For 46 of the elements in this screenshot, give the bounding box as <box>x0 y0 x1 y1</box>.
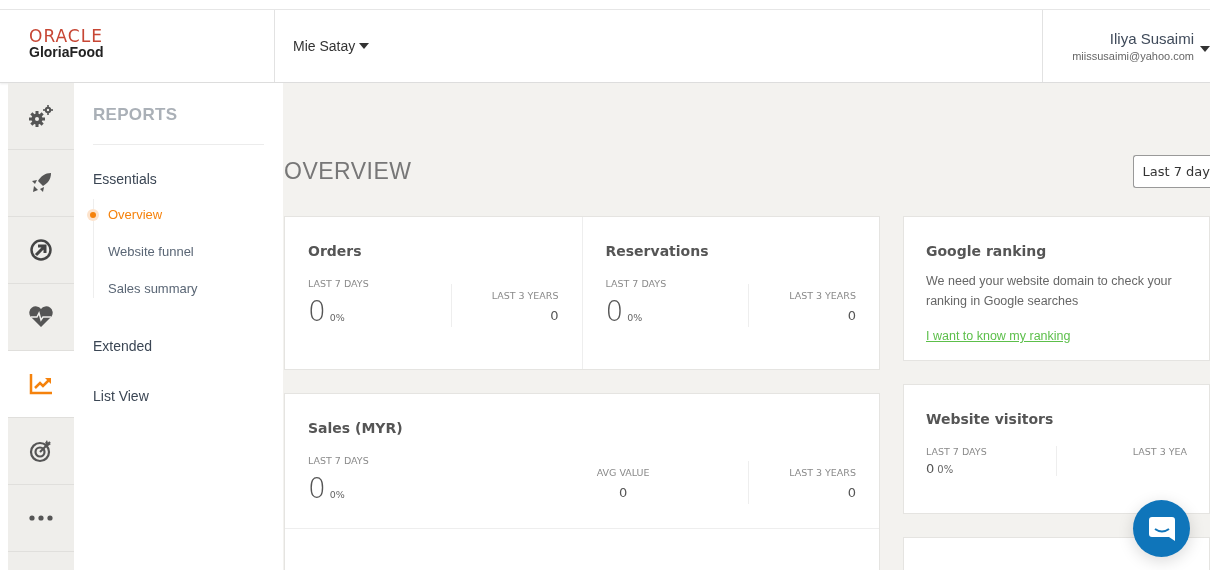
caret-icon <box>359 43 370 49</box>
card-title: Reservations <box>605 243 710 259</box>
stat-value: 0 <box>926 461 935 476</box>
caret-icon <box>1200 46 1210 52</box>
stat-label: AVG VALUE <box>595 467 651 478</box>
stat-change: 0% <box>627 312 643 323</box>
stat-value: 0 <box>549 308 559 323</box>
stat-label: LAST 7 DAYS <box>308 278 370 289</box>
stat-label: LAST 3 YEARS <box>789 467 856 478</box>
stat-value: 0 <box>846 308 856 323</box>
stat-change: 0% <box>329 312 345 323</box>
line-chart-icon <box>29 373 53 395</box>
stat-label: LAST 7 DAYS <box>308 455 370 466</box>
nav-item[interactable]: Essentials <box>93 171 264 187</box>
stat-change: 0% <box>329 489 345 500</box>
stat-label: LAST 3 YEARS <box>789 290 856 301</box>
card-title: Sales (MYR) <box>308 420 404 436</box>
nav-item[interactable]: Extended <box>93 338 264 354</box>
stat-label: LAST 3 YEA <box>1131 446 1187 457</box>
target-icon <box>29 439 53 463</box>
period-dropdown[interactable]: Last 7 day <box>1133 155 1210 188</box>
stat-label: LAST 3 YEARS <box>491 290 559 301</box>
stat-value: 0 <box>846 485 856 500</box>
section-title: REPORTS <box>93 105 179 125</box>
logo: ORACLE GloriaFood <box>0 10 275 82</box>
stat-value: 0 <box>308 474 326 504</box>
card-title: Website visitors <box>926 411 1055 427</box>
stat-label: LAST 7 DAYS <box>926 446 988 457</box>
stat-change: 0% <box>937 464 954 475</box>
nav-item[interactable]: Sales summary <box>108 281 198 296</box>
card-text: We need your website domain to check your ranking in Google searches <box>926 273 1173 310</box>
stat-label: LAST 7 DAYS <box>605 278 668 289</box>
more-icon <box>29 515 53 521</box>
nav-item[interactable]: List View <box>93 388 264 404</box>
gears-icon <box>28 105 54 127</box>
chat-bubble-icon <box>1148 516 1175 541</box>
card-title: Google ranking <box>926 243 1048 259</box>
stat-value: 0 <box>308 297 326 327</box>
restaurant-dropdown[interactable]: Mie Satay <box>293 38 370 54</box>
nav-item[interactable]: Website funnel <box>108 244 194 259</box>
stat-value: 0 <box>617 485 629 500</box>
user-menu[interactable]: Iliya Susaimi miissusaimi@yahoo.com <box>1072 30 1210 62</box>
card-title: Orders <box>308 243 363 259</box>
heart-pulse-icon <box>28 306 54 328</box>
stat-value: 0 <box>605 297 624 327</box>
page-title: OVERVIEW <box>284 158 412 185</box>
